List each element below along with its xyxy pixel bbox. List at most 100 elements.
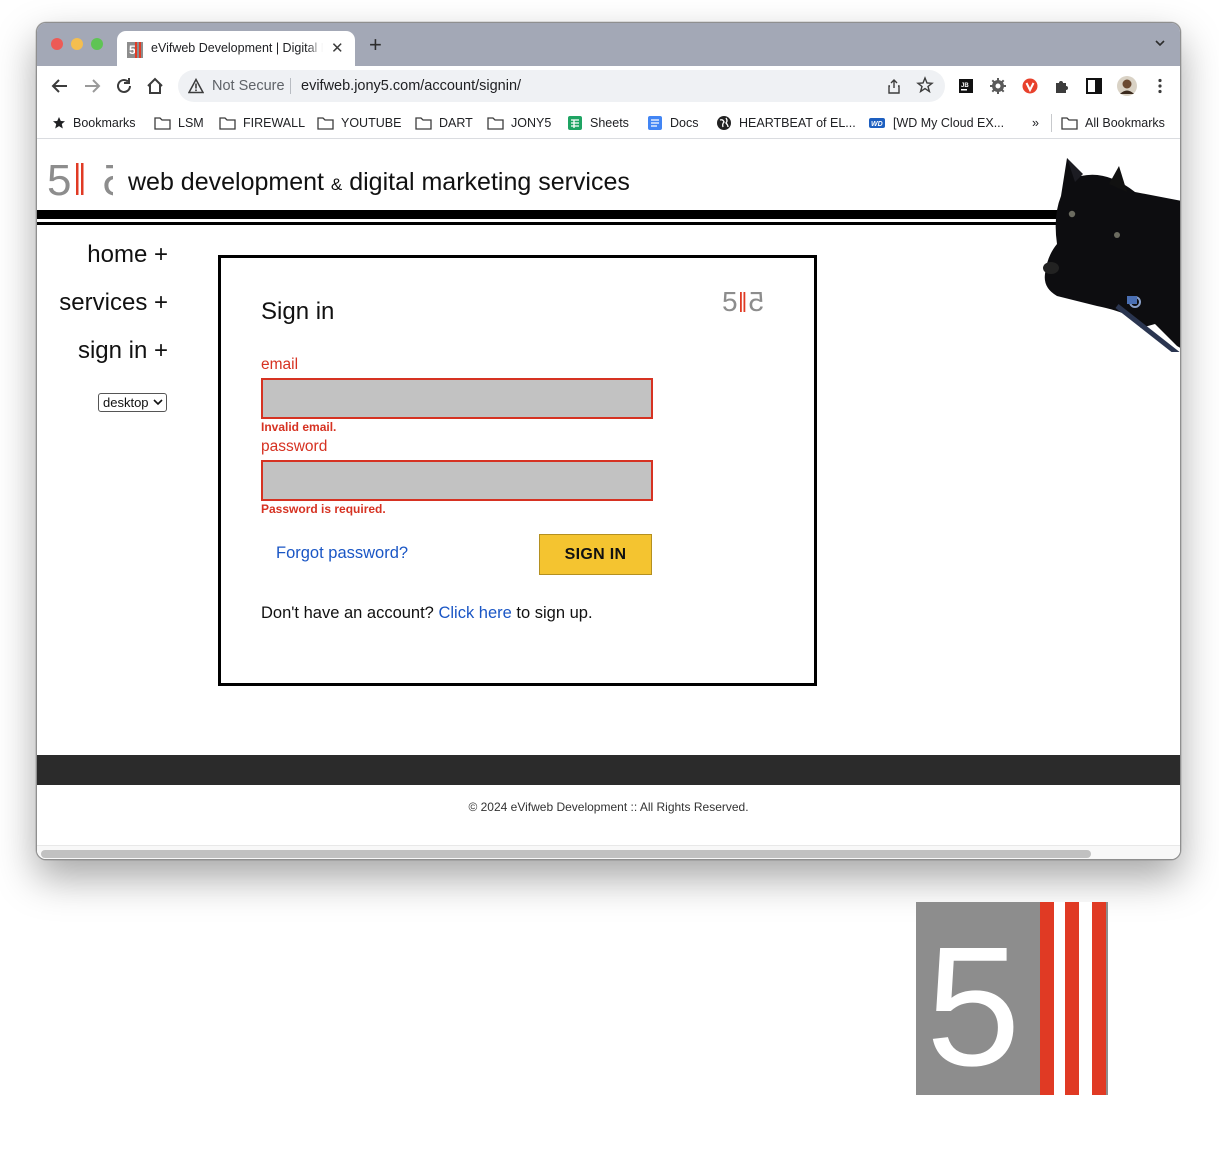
bookmark-dart[interactable]: DART — [415, 114, 473, 132]
email-error: Invalid email. — [261, 420, 337, 434]
tagline-ampersand: & — [330, 175, 343, 194]
tab-close-button[interactable]: ✕ — [331, 39, 344, 57]
all-bookmarks-button[interactable]: All Bookmarks — [1061, 114, 1165, 132]
signin-card: 5 5 Sign in email Invalid email. passwor… — [218, 255, 817, 686]
more-options-icon[interactable] — [1151, 77, 1169, 95]
site-favicon-icon: 5 — [127, 42, 143, 58]
svg-text:5: 5 — [47, 158, 71, 198]
forgot-password-link[interactable]: Forgot password? — [276, 544, 408, 563]
chevron-down-icon — [153, 399, 163, 406]
address-bar[interactable]: Not Secure evifweb.jony5.com/account/sig… — [178, 70, 945, 102]
header-rule-thin — [37, 222, 1067, 225]
forward-arrow-icon[interactable] — [81, 75, 103, 97]
share-icon[interactable] — [886, 78, 902, 94]
home-icon[interactable] — [144, 75, 166, 97]
bookmark-wd-my-cloud[interactable]: WD [WD My Cloud EX... — [868, 114, 1004, 132]
all-bookmarks-label: All Bookmarks — [1085, 116, 1165, 130]
tagline-part2: digital marketing services — [349, 168, 630, 196]
bookmark-lsm[interactable]: LSM — [154, 114, 204, 132]
sheets-icon — [568, 116, 582, 130]
profile-avatar[interactable] — [1117, 76, 1137, 96]
bookmark-label: Docs — [670, 116, 699, 130]
nav-home-link[interactable]: home + — [37, 238, 168, 286]
svg-text:WD: WD — [871, 121, 883, 128]
brand-logo-large: 5 — [916, 902, 1108, 1095]
nav-services-link[interactable]: services + — [37, 286, 168, 334]
signin-button[interactable]: SIGN IN — [539, 534, 652, 575]
title-bar: 5 eVifweb Development | Digital Marketin… — [37, 23, 1180, 66]
footer-copyright: © 2024 eVifweb Development :: All Rights… — [468, 800, 749, 814]
bookmark-label: HEARTBEAT of EL... — [739, 116, 856, 130]
bookmarks-divider — [1051, 114, 1052, 132]
bookmark-label: Bookmarks — [73, 116, 136, 130]
tagline-part1: web development — [128, 168, 324, 196]
folder-icon — [487, 117, 504, 130]
bookmark-label: LSM — [178, 116, 204, 130]
signin-logo: 5 5 — [722, 288, 764, 314]
minimize-window-button[interactable] — [71, 38, 83, 50]
bookmark-label: [WD My Cloud EX... — [893, 116, 1005, 130]
scrollbar-thumb[interactable] — [41, 850, 1091, 858]
dog-photo — [1043, 158, 1180, 352]
bookmark-heartbeat[interactable]: HEARTBEAT of EL... — [716, 114, 856, 132]
reload-icon[interactable] — [113, 75, 135, 97]
signup-link[interactable]: Click here — [438, 604, 511, 622]
folder-icon — [415, 117, 432, 130]
back-arrow-icon[interactable] — [49, 75, 71, 97]
folder-icon — [154, 117, 171, 130]
gear-extension-icon[interactable] — [989, 77, 1007, 95]
docs-icon — [648, 116, 662, 130]
view-mode-value: desktop — [103, 395, 149, 410]
warning-triangle-icon[interactable] — [188, 78, 204, 94]
horizontal-scrollbar[interactable] — [37, 845, 1180, 859]
bookmark-youtube[interactable]: YOUTUBE — [317, 114, 401, 132]
omnibox-divider — [290, 78, 291, 94]
puzzle-extensions-icon[interactable] — [1053, 77, 1071, 95]
tab-search-chevron-icon[interactable] — [1154, 37, 1166, 49]
bookmark-label: DART — [439, 116, 473, 130]
globe-icon — [717, 116, 731, 130]
browser-tab[interactable]: 5 eVifweb Development | Digital Marketin… — [117, 31, 355, 66]
bookmarks-overflow-button[interactable]: » — [1032, 114, 1039, 132]
footer-bar — [37, 755, 1180, 785]
jetbrains-extension-icon[interactable]: JB — [957, 77, 975, 95]
side-nav: home + services + sign in + — [37, 238, 168, 382]
bookmark-firewall[interactable]: FIREWALL — [219, 114, 305, 132]
new-tab-button[interactable]: + — [369, 34, 382, 56]
bookmark-docs[interactable]: Docs — [647, 114, 698, 132]
star-icon — [53, 117, 65, 129]
email-label: email — [261, 356, 299, 373]
tab-title: eVifweb Development | Digital Marketing — [151, 41, 323, 55]
svg-text:5: 5 — [748, 288, 764, 314]
svg-text:5: 5 — [103, 158, 113, 198]
browser-toolbar: Not Secure evifweb.jony5.com/account/sig… — [37, 66, 1180, 106]
password-field[interactable] — [261, 460, 653, 501]
close-window-button[interactable] — [51, 38, 63, 50]
bookmark-sheets[interactable]: Sheets — [567, 114, 629, 132]
svg-text:5: 5 — [926, 912, 1021, 1095]
view-mode-select[interactable]: desktop — [98, 393, 167, 412]
site-logo[interactable]: 5 5 — [47, 158, 113, 198]
signin-heading: Sign in — [261, 298, 335, 325]
zoom-window-button[interactable] — [91, 38, 103, 50]
site-tagline: web development & digital marketing serv… — [128, 168, 630, 197]
url-text[interactable]: evifweb.jony5.com/account/signin/ — [301, 78, 521, 94]
page-viewport: 5 5 web development & digital marketing … — [37, 140, 1180, 859]
vivaldi-extension-icon[interactable] — [1021, 77, 1039, 95]
nav-signin-link[interactable]: sign in + — [37, 334, 168, 382]
bookmark-jony5[interactable]: JONY5 — [487, 114, 551, 132]
folder-icon — [219, 117, 236, 130]
side-panel-icon[interactable] — [1085, 77, 1103, 95]
bookmark-label: FIREWALL — [243, 116, 306, 130]
bookmark-bookmarks[interactable]: Bookmarks — [52, 114, 136, 132]
folder-icon — [317, 117, 334, 130]
bookmark-label: JONY5 — [511, 116, 552, 130]
email-field[interactable] — [261, 378, 653, 419]
bookmark-star-icon[interactable] — [916, 76, 934, 94]
header-rule-thick — [37, 210, 1067, 219]
folder-icon — [1061, 117, 1078, 130]
security-status[interactable]: Not Secure — [212, 78, 285, 94]
bookmark-label: Sheets — [590, 116, 629, 130]
bookmarks-bar: Bookmarks LSM FIREWALL YOUTUBE DART JONY… — [37, 106, 1180, 139]
wd-icon: WD — [869, 118, 885, 128]
